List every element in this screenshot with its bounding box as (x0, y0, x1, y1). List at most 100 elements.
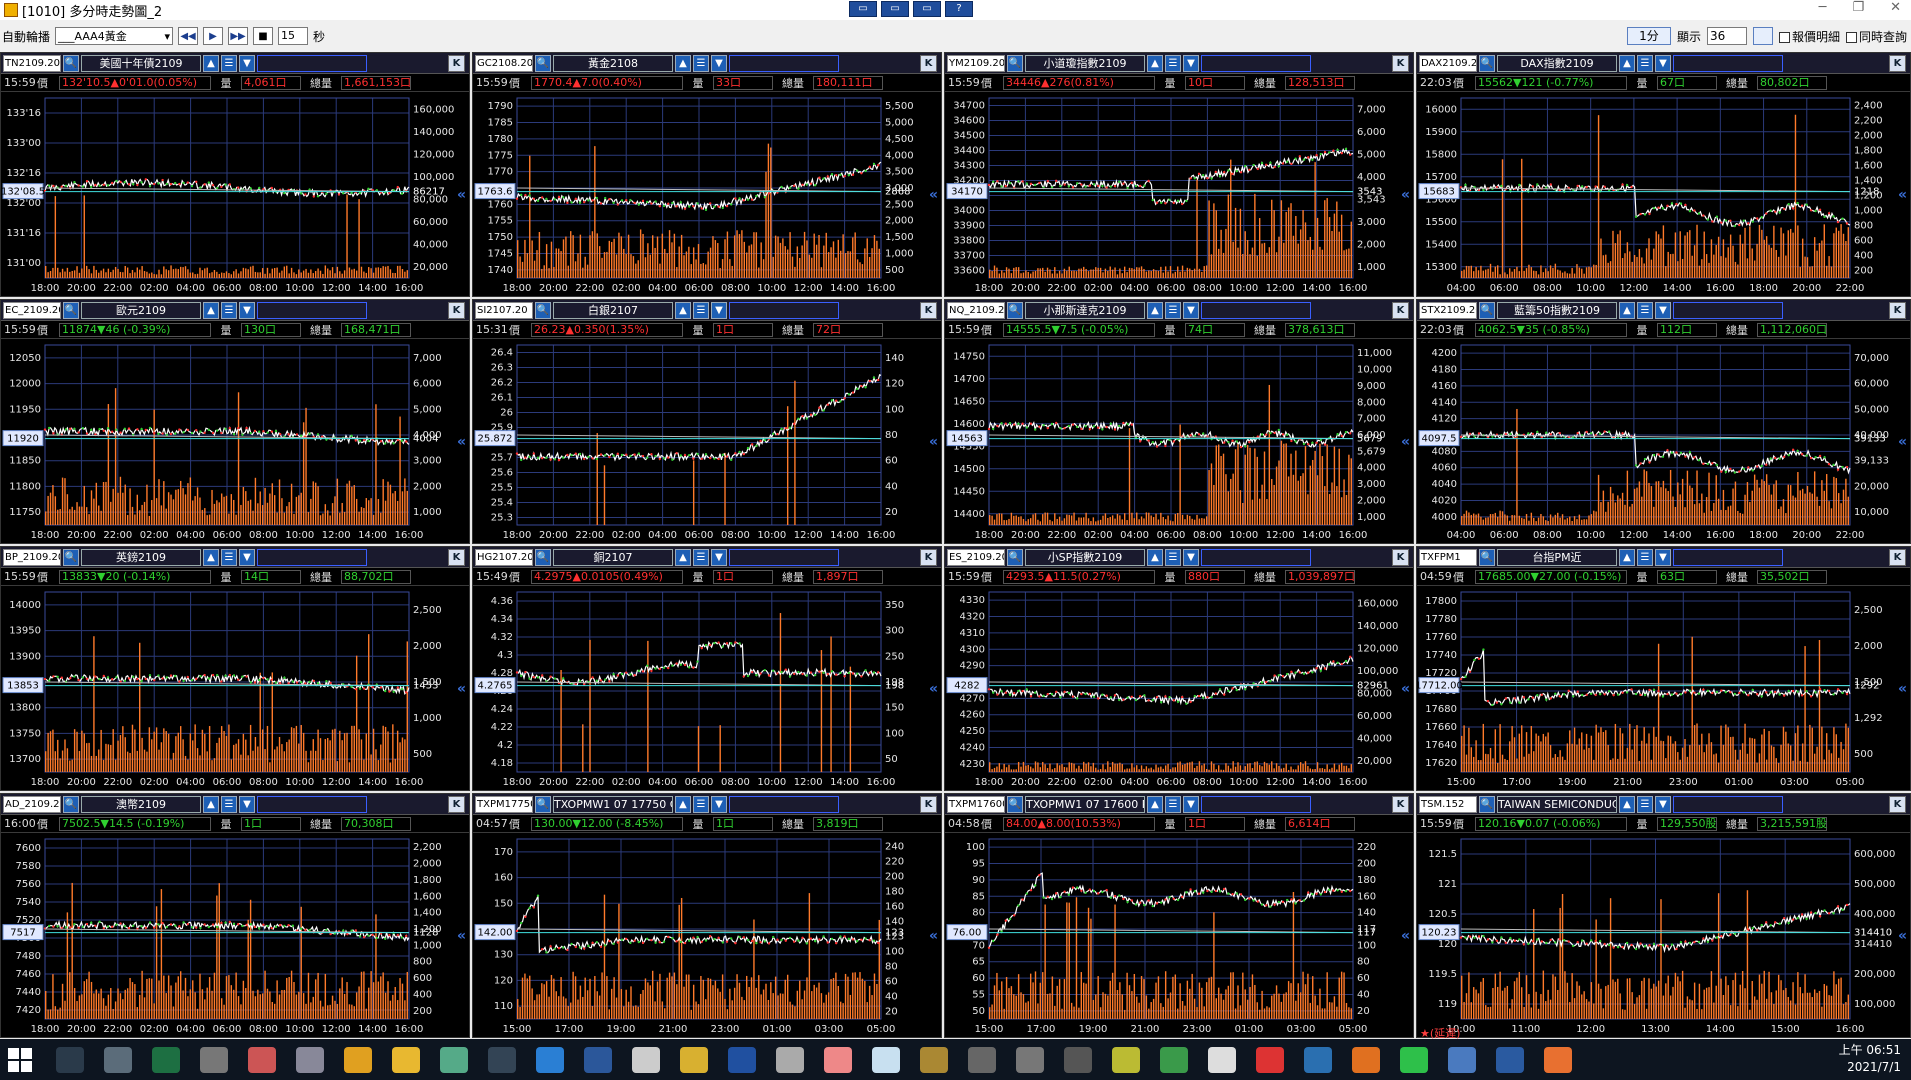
list-icon[interactable]: ☰ (221, 548, 237, 566)
chevron-down-icon[interactable]: ▼ (1183, 795, 1199, 813)
chart-panel[interactable]: TXFPM1 🔍 台指PM近 ▲ ☰ ▼ K 04:59 價 17685.00▼27.00 (-0… (1416, 546, 1911, 791)
app-icon-7[interactable] (680, 1046, 708, 1073)
k-chart-button[interactable]: K (1889, 549, 1906, 566)
word-icon[interactable] (584, 1046, 612, 1073)
k-chart-button[interactable]: K (1889, 302, 1906, 319)
symbol-input[interactable]: TXFPM1 (1419, 548, 1477, 566)
list-icon[interactable]: ☰ (1165, 54, 1181, 72)
k-chart-button[interactable]: K (448, 302, 465, 319)
app-icon-15[interactable] (1064, 1046, 1092, 1073)
chart-panel[interactable]: TSM.152 🔍 TAIWAN SEMICONDUC ▲ ☰ ▼ K 15:59 價 120.1… (1416, 793, 1911, 1038)
chevron-down-icon[interactable]: ▼ (1655, 301, 1671, 319)
symbol-input[interactable]: NQ_2109.20 (947, 301, 1005, 319)
symbol-input[interactable]: TSM.152 (1419, 795, 1477, 813)
search-icon[interactable]: 🔍 (63, 301, 79, 319)
app-icon-6[interactable] (488, 1046, 516, 1073)
list-icon[interactable]: ☰ (693, 795, 709, 813)
stop-button[interactable]: ■ (253, 27, 274, 45)
k-chart-button[interactable]: K (448, 549, 465, 566)
symbol-input[interactable]: HG2107.20 (475, 548, 533, 566)
display-count-input[interactable]: 36 (1706, 27, 1747, 45)
scroll-up-icon[interactable]: ▲ (1619, 795, 1635, 813)
scroll-up-icon[interactable]: ▲ (675, 301, 691, 319)
scroll-up-icon[interactable]: ▲ (203, 301, 219, 319)
intraday-chart[interactable]: 1205012000119501190011850118001175018:00… (1, 339, 470, 544)
chart-panel[interactable]: YM2109.20 🔍 小道瓊指數2109 ▲ ☰ ▼ K 15:59 價 34446▲276(0… (944, 52, 1414, 297)
k-chart-button[interactable]: K (448, 55, 465, 72)
app-icon-2[interactable] (200, 1046, 228, 1073)
intraday-chart[interactable]: 1600015900158001570015600155001540015300… (1417, 92, 1911, 297)
k-chart-button[interactable]: K (1889, 796, 1906, 813)
intraday-chart[interactable]: 26.426.326.226.12625.925.825.725.625.525… (473, 339, 942, 544)
list-icon[interactable]: ☰ (1637, 301, 1653, 319)
double-chevron-left-icon[interactable]: « (1898, 188, 1910, 202)
k-chart-button[interactable]: K (1392, 302, 1409, 319)
list-icon[interactable]: ☰ (221, 54, 237, 72)
chevron-down-icon[interactable]: ▼ (1655, 795, 1671, 813)
close-button[interactable]: ✕ (1890, 0, 1901, 15)
k-chart-button[interactable]: K (920, 796, 937, 813)
chart-panel[interactable]: GC2108.20 🔍 黃金2108 ▲ ☰ ▼ K 15:59 價 1770.4▲7.0(0.4… (472, 52, 942, 297)
double-chevron-left-icon[interactable]: « (929, 435, 941, 449)
symbol-input[interactable]: TXPM17600 (947, 795, 1005, 813)
chart-panel[interactable]: ES_2109.20 🔍 小SP指數2109 ▲ ☰ ▼ K 15:59 價 4293.5▲11.… (944, 546, 1414, 791)
double-chevron-left-icon[interactable]: « (1401, 929, 1413, 943)
chevron-down-icon[interactable]: ▼ (711, 795, 727, 813)
double-chevron-left-icon[interactable]: « (929, 682, 941, 696)
chart-panel[interactable]: TXPM17750 🔍 TXOPMW1 07 17750 C ▲ ☰ ▼ K 04:57 價 13… (472, 793, 942, 1038)
scroll-up-icon[interactable]: ▲ (203, 795, 219, 813)
app-icon-3[interactable] (248, 1046, 276, 1073)
app-icon-11[interactable] (872, 1046, 900, 1073)
rewind-button[interactable]: ◀◀ (178, 27, 199, 45)
app-icon-1[interactable] (104, 1046, 132, 1073)
store-icon[interactable] (632, 1046, 660, 1073)
list-icon[interactable]: ☰ (1637, 795, 1653, 813)
scroll-up-icon[interactable]: ▲ (1147, 301, 1163, 319)
list-icon[interactable]: ☰ (1637, 548, 1653, 566)
search-icon[interactable]: 🔍 (1479, 548, 1495, 566)
double-chevron-left-icon[interactable]: « (457, 188, 469, 202)
k-chart-button[interactable]: K (1392, 796, 1409, 813)
app-icon-9[interactable] (776, 1046, 804, 1073)
k-chart-button[interactable]: K (448, 796, 465, 813)
list-icon[interactable]: ☰ (693, 301, 709, 319)
search-icon[interactable]: 🔍 (1479, 54, 1495, 72)
layout-button-3[interactable]: ▭ (913, 1, 941, 17)
intraday-chart[interactable]: 1400013950139001385013800137501370018:00… (1, 586, 470, 791)
list-icon[interactable]: ☰ (1165, 795, 1181, 813)
chevron-down-icon[interactable]: ▼ (1655, 54, 1671, 72)
scroll-up-icon[interactable]: ▲ (1619, 301, 1635, 319)
chart-panel[interactable]: EC_2109.20 🔍 歐元2109 ▲ ☰ ▼ K 15:59 價 11874▼46 (-0.… (0, 299, 470, 544)
intraday-chart[interactable]: 133'16133'00132'16132'00131'16131'0018:0… (1, 92, 470, 297)
list-icon[interactable]: ☰ (693, 548, 709, 566)
scroll-up-icon[interactable]: ▲ (675, 548, 691, 566)
double-chevron-left-icon[interactable]: « (1898, 435, 1910, 449)
search-icon[interactable]: 🔍 (535, 795, 551, 813)
chart-panel[interactable]: TN2109.20 🔍 美國十年債2109 ▲ ☰ ▼ K 15:59 價 132'10.5▲0'… (0, 52, 470, 297)
scroll-up-icon[interactable]: ▲ (1619, 54, 1635, 72)
line-icon[interactable] (1400, 1046, 1428, 1073)
chevron-down-icon[interactable]: ▼ (239, 301, 255, 319)
k-chart-button[interactable]: K (920, 549, 937, 566)
app-icon-17[interactable] (1160, 1046, 1188, 1073)
intraday-chart[interactable]: 4330432043104300429042804270426042504240… (945, 586, 1414, 791)
search-icon[interactable]: 🔍 (535, 301, 551, 319)
list-icon[interactable]: ☰ (693, 54, 709, 72)
chevron-down-icon[interactable]: ▼ (1183, 301, 1199, 319)
windows-start-icon[interactable] (8, 1047, 32, 1072)
search-icon[interactable]: 🔍 (1007, 301, 1023, 319)
search-icon[interactable]: 🔍 (63, 795, 79, 813)
chevron-down-icon[interactable]: ▼ (1655, 548, 1671, 566)
app-icon-22[interactable] (1448, 1046, 1476, 1073)
double-chevron-left-icon[interactable]: « (457, 682, 469, 696)
app-icon-18[interactable] (1208, 1046, 1236, 1073)
app-icon-4[interactable] (296, 1046, 324, 1073)
intraday-chart[interactable]: 3470034600345003440034300342003410034000… (945, 92, 1414, 297)
folder-icon[interactable] (392, 1046, 420, 1073)
scroll-up-icon[interactable]: ▲ (203, 548, 219, 566)
double-chevron-left-icon[interactable]: « (1401, 682, 1413, 696)
search-icon[interactable]: 🔍 (1007, 548, 1023, 566)
symbol-input[interactable]: BP_2109.20 (3, 548, 61, 566)
layout-button-2[interactable]: ▭ (881, 1, 909, 17)
k-chart-button[interactable]: K (1889, 55, 1906, 72)
